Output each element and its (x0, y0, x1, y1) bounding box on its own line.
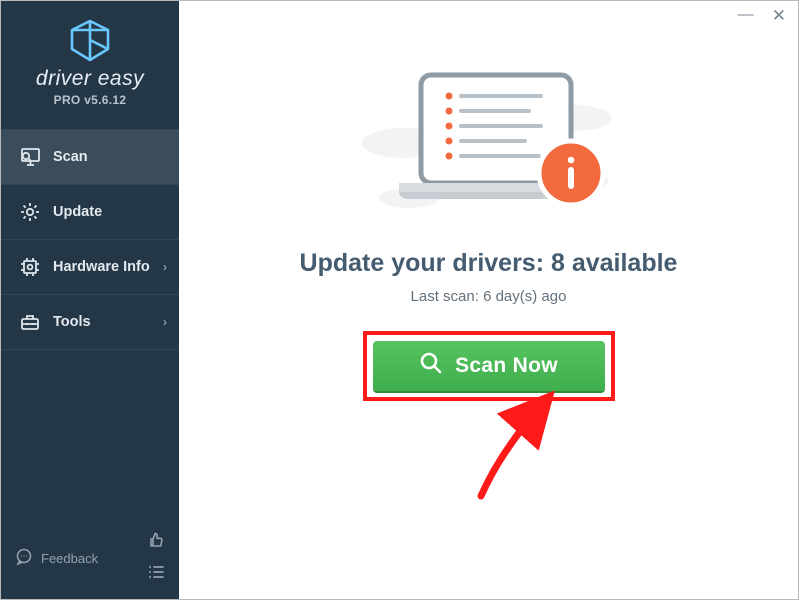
scan-now-button[interactable]: Scan Now (373, 341, 605, 391)
sidebar-item-scan[interactable]: Scan (1, 129, 179, 185)
brand-name: driver easy (1, 67, 179, 91)
app-window: — ✕ driver easy PRO v5.6.12 (0, 0, 799, 600)
feedback-label: Feedback (41, 551, 98, 566)
sidebar-footer: Feedback (1, 521, 179, 599)
thumbs-up-icon[interactable] (147, 531, 165, 554)
sidebar-item-label: Update (53, 204, 102, 220)
last-scan-text: Last scan: 6 day(s) ago (411, 288, 567, 305)
sidebar-nav: Scan Update (1, 129, 179, 350)
feedback-button[interactable]: Feedback (15, 548, 98, 569)
chevron-right-icon: › (163, 315, 167, 329)
brand-block: driver easy PRO v5.6.12 (1, 1, 179, 115)
magnifier-icon (419, 351, 443, 381)
chat-icon (15, 548, 33, 569)
highlight-box: Scan Now (363, 331, 615, 401)
scan-now-label: Scan Now (455, 354, 558, 378)
chevron-right-icon: › (163, 260, 167, 274)
sidebar: driver easy PRO v5.6.12 Scan (1, 1, 179, 599)
sidebar-item-label: Tools (53, 314, 91, 330)
monitor-search-icon (19, 146, 41, 168)
brand-version: PRO v5.6.12 (1, 93, 179, 107)
chip-icon (19, 256, 41, 278)
footer-icons (147, 531, 165, 585)
window-controls: — ✕ (726, 1, 798, 29)
sidebar-item-hardware-info[interactable]: Hardware Info › (1, 240, 179, 295)
sidebar-item-label: Scan (53, 149, 88, 165)
gear-icon (19, 201, 41, 223)
logo-icon (1, 19, 179, 63)
toolbox-icon (19, 311, 41, 333)
laptop-illustration (349, 63, 629, 231)
close-button[interactable]: ✕ (772, 7, 786, 24)
sidebar-item-update[interactable]: Update (1, 185, 179, 240)
page-headline: Update your drivers: 8 available (300, 249, 678, 278)
sidebar-item-tools[interactable]: Tools › (1, 295, 179, 350)
minimize-button[interactable]: — (738, 7, 754, 23)
main-panel: Update your drivers: 8 available Last sc… (179, 1, 798, 599)
sidebar-item-label: Hardware Info (53, 259, 150, 275)
list-icon[interactable] (147, 564, 165, 585)
